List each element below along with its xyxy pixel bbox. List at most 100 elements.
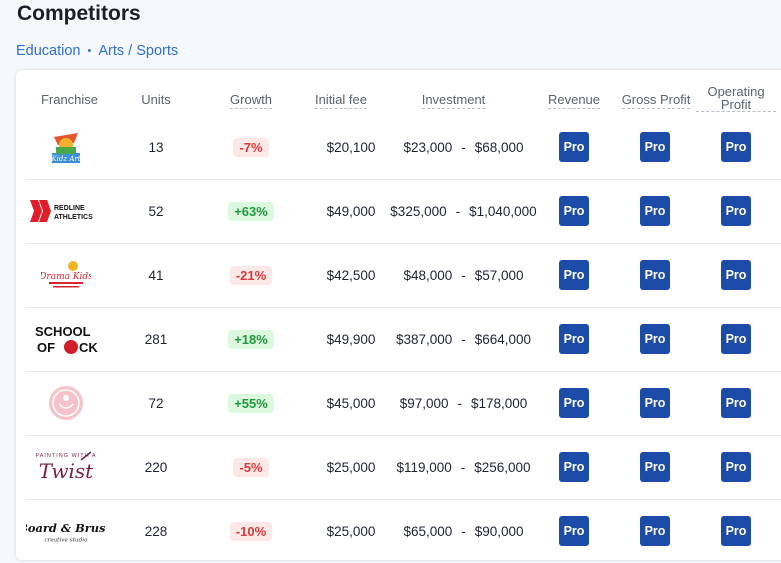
operating-profit-cell: Pro (716, 179, 756, 243)
gross-profit-pro-button[interactable]: Pro (640, 132, 670, 162)
svg-text:Drama Kids: Drama Kids (41, 272, 91, 282)
investment-max: $178,000 (471, 395, 528, 411)
investment-max: $256,000 (474, 459, 531, 475)
gross-profit-pro-button[interactable]: Pro (640, 452, 670, 482)
gross-profit-cell: Pro (635, 371, 675, 435)
growth-cell: -10% (211, 499, 291, 563)
range-separator: - (461, 139, 466, 155)
operating-profit-cell: Pro (716, 243, 756, 307)
revenue-pro-button[interactable]: Pro (559, 132, 589, 162)
revenue-pro-button[interactable]: Pro (559, 516, 589, 546)
gross-profit-pro-button[interactable]: Pro (640, 516, 670, 546)
units-value: 281 (144, 331, 168, 347)
school-of-rock-logo-icon[interactable]: SCHOOL OF CK (26, 307, 106, 371)
gross-profit-pro-button[interactable]: Pro (640, 196, 670, 226)
svg-text:creative studio: creative studio (44, 537, 88, 543)
revenue-pro-button[interactable]: Pro (559, 196, 589, 226)
growth-badge: -7% (233, 137, 269, 157)
revenue-pro-button[interactable]: Pro (559, 388, 589, 418)
range-separator: - (460, 459, 466, 475)
investment-max: $1,040,000 (469, 203, 537, 219)
table-row[interactable]: Drama Kids 41 -21% $42,500 $48,000- $57,000 Pr… (26, 243, 781, 308)
pink-circle-logo-icon[interactable] (26, 371, 106, 435)
gross-profit-pro-button[interactable]: Pro (640, 324, 670, 354)
revenue-cell: Pro (554, 179, 594, 243)
operating-profit-pro-button[interactable]: Pro (721, 452, 751, 482)
gross-profit-cell: Pro (635, 435, 675, 499)
table-row[interactable]: Board & Brushcreative studio228-10%$25,0… (26, 499, 781, 563)
table-row[interactable]: REDLINE ATHLETICS 52 +63% $49,000 $325,000- $1… (26, 179, 781, 244)
gross-profit-pro-button[interactable]: Pro (640, 388, 670, 418)
operating-profit-pro-button[interactable]: Pro (721, 132, 751, 162)
gross-profit-pro-button[interactable]: Pro (640, 260, 670, 290)
competitors-table: Franchise Units Growth Initial fee Inves… (16, 70, 781, 560)
drama-kids-logo-icon[interactable]: Drama Kids (26, 243, 106, 307)
investment-min: $387,000 (395, 331, 453, 347)
growth-cell: +18% (211, 307, 291, 371)
gross-profit-cell: Pro (635, 499, 675, 563)
breadcrumb-category-link[interactable]: Education (16, 43, 81, 59)
svg-text:OF: OF (37, 340, 55, 355)
revenue-pro-button[interactable]: Pro (559, 324, 589, 354)
growth-badge: -21% (229, 265, 273, 285)
gross-profit-cell: Pro (635, 179, 675, 243)
operating-profit-pro-button[interactable]: Pro (721, 260, 751, 290)
investment-range: $65,000- $90,000 (371, 499, 556, 563)
investment-range: $387,000- $664,000 (371, 307, 556, 371)
revenue-cell: Pro (554, 435, 594, 499)
table-row[interactable]: PAINTING WITH A Twist 220 -5% $25,000 $119,00… (26, 435, 781, 500)
investment-max: $90,000 (474, 523, 524, 539)
operating-profit-cell: Pro (716, 499, 756, 563)
investment-range: $97,000- $178,000 (371, 371, 556, 435)
table-row[interactable]: 72 +55% $45,000 $97,000- $178,000 Pro Pro Pro (26, 371, 781, 436)
page-title: Competitors (17, 2, 141, 25)
operating-profit-cell: Pro (716, 115, 756, 179)
investment-min: $65,000 (403, 523, 453, 539)
svg-text:Kidz Art: Kidz Art (50, 155, 80, 163)
growth-cell: -7% (211, 115, 291, 179)
range-separator: - (461, 331, 466, 347)
operating-profit-pro-button[interactable]: Pro (721, 196, 751, 226)
units-value: 228 (144, 523, 168, 539)
svg-text:SCHOOL: SCHOOL (35, 324, 91, 339)
range-separator: - (457, 395, 463, 411)
investment-min: $325,000 (390, 203, 447, 219)
revenue-pro-button[interactable]: Pro (559, 260, 589, 290)
svg-text:ATHLETICS: ATHLETICS (54, 214, 93, 221)
header-operating-profit[interactable]: Operating Profit (696, 85, 776, 112)
operating-profit-pro-button[interactable]: Pro (721, 516, 751, 546)
units-value: 72 (148, 395, 164, 411)
svg-text:Board & Brush: Board & Brush (26, 521, 106, 535)
growth-badge: +63% (228, 201, 274, 221)
operating-profit-cell: Pro (716, 307, 756, 371)
growth-badge: -10% (229, 521, 273, 541)
units-value: 220 (144, 459, 168, 475)
units-value: 41 (148, 267, 164, 283)
breadcrumb-subcategory-link[interactable]: Arts / Sports (98, 43, 178, 59)
growth-cell: +55% (211, 371, 291, 435)
painting-with-a-twist-logo-icon[interactable]: PAINTING WITH A Twist (26, 435, 106, 499)
growth-cell: +63% (211, 179, 291, 243)
table-row[interactable]: Kidz Art 13 -7% $20,100 $23,000- $68,000 Pro Pr… (26, 115, 781, 180)
revenue-cell: Pro (554, 243, 594, 307)
growth-badge: +55% (228, 393, 274, 413)
redline-athletics-logo-icon[interactable]: REDLINE ATHLETICS (26, 179, 106, 243)
board-and-brush-logo-icon[interactable]: Board & Brush creative studio (26, 499, 106, 563)
investment-range: $119,000- $256,000 (371, 435, 556, 499)
revenue-cell: Pro (554, 307, 594, 371)
svg-text:CK: CK (79, 340, 98, 355)
table-row[interactable]: SCHOOL OF CK 281 +18% $49,900 $387,000- $664,00… (26, 307, 781, 372)
revenue-cell: Pro (554, 115, 594, 179)
investment-max: $57,000 (474, 267, 524, 283)
kidzart-logo-icon[interactable]: Kidz Art (26, 115, 106, 179)
growth-cell: -21% (211, 243, 291, 307)
units-value: 52 (148, 203, 164, 219)
operating-profit-pro-button[interactable]: Pro (721, 324, 751, 354)
gross-profit-cell: Pro (635, 243, 675, 307)
svg-text:REDLINE: REDLINE (54, 205, 85, 212)
operating-profit-pro-button[interactable]: Pro (721, 388, 751, 418)
investment-min: $97,000 (399, 395, 449, 411)
investment-range: $325,000- $1,040,000 (371, 179, 556, 243)
revenue-pro-button[interactable]: Pro (559, 452, 589, 482)
operating-profit-cell: Pro (716, 371, 756, 435)
